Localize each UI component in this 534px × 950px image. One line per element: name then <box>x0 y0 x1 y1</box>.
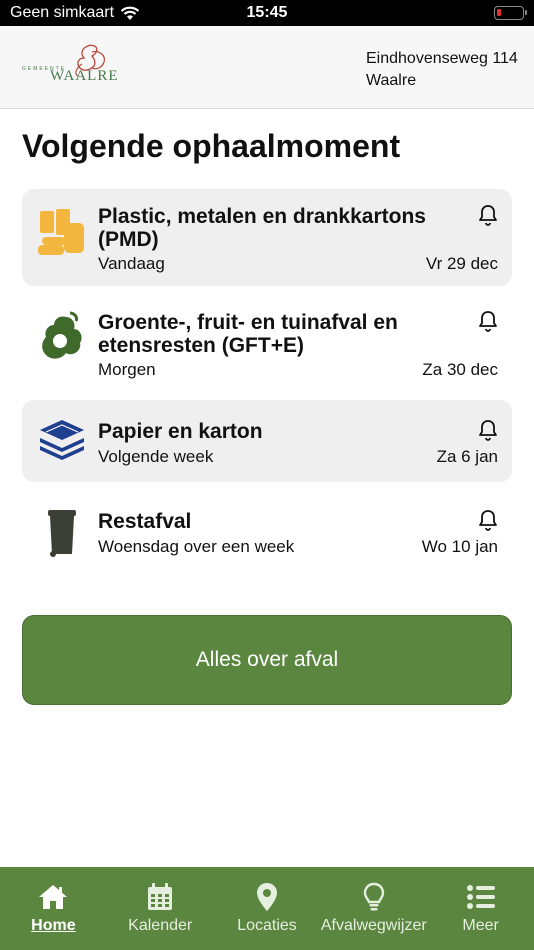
status-time: 15:45 <box>246 4 288 21</box>
collection-when: Morgen <box>98 360 156 379</box>
collection-date: Wo 10 jan <box>421 537 498 556</box>
collection-when: Volgende week <box>98 447 214 466</box>
collection-card-paper[interactable]: Papier en karton Volgende week Za 6 jan <box>22 400 512 482</box>
collection-when: Vandaag <box>98 254 165 273</box>
bell-icon[interactable] <box>476 508 500 532</box>
status-bar: Geen simkaart 15:45 <box>0 0 534 26</box>
collection-date: Za 6 jan <box>436 447 498 466</box>
tab-afvalwegwijzer[interactable]: Afvalwegwijzer <box>320 867 427 950</box>
bell-icon[interactable] <box>476 309 500 333</box>
collection-title: Plastic, metalen en drankkartons (PMD) <box>98 205 426 251</box>
battery-icon <box>494 6 527 20</box>
bell-icon[interactable] <box>476 418 500 442</box>
location-pin-icon <box>256 883 277 911</box>
bell-icon[interactable] <box>476 203 500 227</box>
gft-icon <box>42 311 82 359</box>
list-icon <box>466 885 495 909</box>
tab-label: Kalender <box>128 917 193 934</box>
tab-label: Meer <box>462 917 499 934</box>
paper-icon <box>40 420 84 460</box>
page-title: Volgende ophaalmoment <box>22 128 401 164</box>
pmd-icon <box>38 209 84 255</box>
tab-kalender[interactable]: Kalender <box>107 867 214 950</box>
collection-card-pmd[interactable]: Plastic, metalen en drankkartons (PMD) V… <box>22 189 512 286</box>
tab-label: Afvalwegwijzer <box>320 917 427 934</box>
collection-title: Groente-, fruit- en tuinafval en etensre… <box>98 311 398 357</box>
lightbulb-icon <box>363 882 384 911</box>
address-town: Waalre <box>366 72 417 89</box>
calendar-icon <box>148 883 173 910</box>
all-about-waste-button[interactable]: Alles over afval <box>22 615 512 705</box>
address[interactable]: Eindhovenseweg 114 Waalre <box>366 48 518 92</box>
collection-when: Woensdag over een week <box>98 537 295 556</box>
bin-icon <box>48 510 76 557</box>
bottom-tab-bar: Home Kalender Locaties Afvalwegwijzer Me… <box>0 867 534 950</box>
tab-locaties[interactable]: Locaties <box>214 867 321 950</box>
waalre-logo: GEMEENTE WAALRE <box>22 44 119 84</box>
tab-label: Locaties <box>237 917 297 934</box>
tab-meer[interactable]: Meer <box>427 867 534 950</box>
collection-date: Vr 29 dec <box>425 254 498 273</box>
collection-card-rest[interactable]: Restafval Woensdag over een week Wo 10 j… <box>22 490 512 572</box>
collection-date: Za 30 dec <box>422 360 498 379</box>
collection-card-gft[interactable]: Groente-, fruit- en tuinafval en etensre… <box>22 295 512 392</box>
address-street: Eindhovenseweg 114 <box>366 50 518 67</box>
tab-label: Home <box>31 917 76 934</box>
collection-title: Restafval <box>98 510 192 533</box>
tab-home[interactable]: Home <box>0 867 107 950</box>
home-icon <box>39 885 68 909</box>
collection-title: Papier en karton <box>98 420 263 443</box>
logo-text: WAALRE <box>50 68 119 84</box>
app-header: GEMEENTE WAALRE Eindhovenseweg 114 Waalr… <box>0 26 534 109</box>
